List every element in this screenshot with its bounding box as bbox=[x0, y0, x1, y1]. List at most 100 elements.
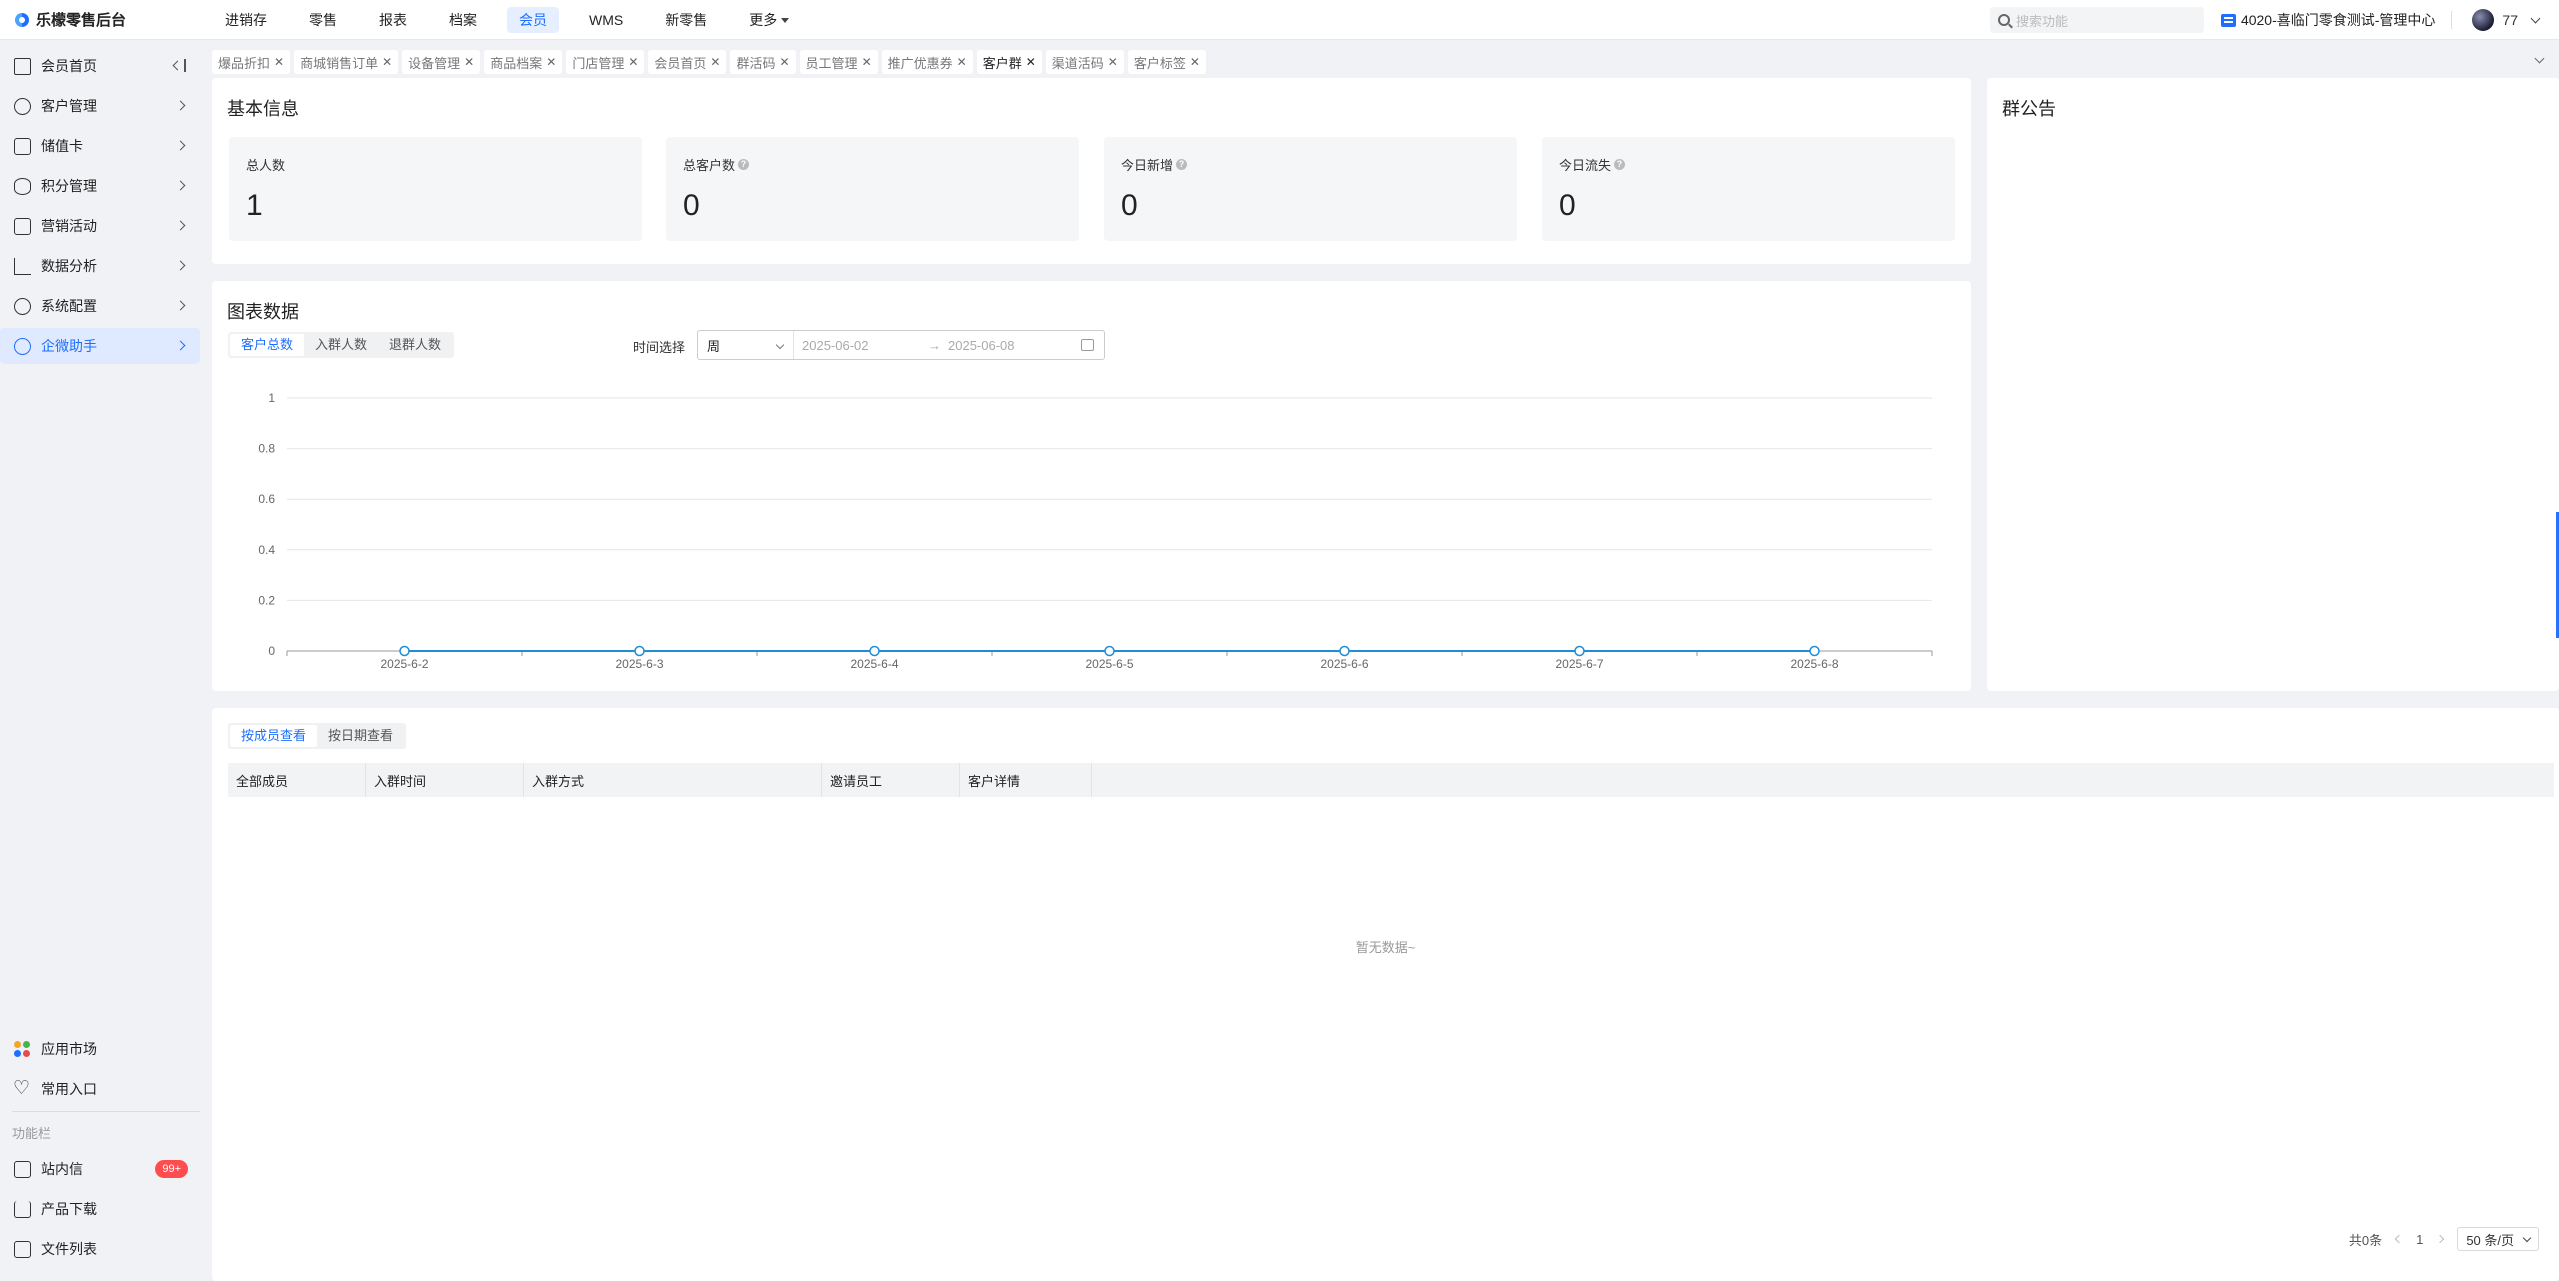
sidebar-item-file-list[interactable]: 文件列表 bbox=[0, 1231, 200, 1267]
sidebar-item-settings[interactable]: 系统配置 bbox=[0, 288, 200, 324]
stat-label-text: 今日新增 bbox=[1121, 158, 1174, 173]
brand-name: 乐檬零售后台 bbox=[36, 12, 127, 29]
close-icon[interactable]: ✕ bbox=[1190, 55, 1200, 69]
chevron-left-icon[interactable] bbox=[2394, 1234, 2404, 1244]
sidebar-item-app-market[interactable]: 应用市场 bbox=[0, 1031, 200, 1067]
info-icon[interactable]: ? bbox=[738, 159, 750, 170]
tab-products[interactable]: 商品档案 ✕ bbox=[484, 50, 563, 74]
sidebar-item-points[interactable]: 积分管理 bbox=[0, 168, 200, 204]
tab-label: 客户群 bbox=[982, 55, 1022, 71]
stat-total-customers: 总客户数? 0 bbox=[666, 137, 1079, 241]
notification-badge: 99+ bbox=[155, 1160, 188, 1178]
close-icon[interactable]: ✕ bbox=[1108, 55, 1118, 69]
store-icon bbox=[2220, 13, 2236, 27]
close-icon[interactable]: ✕ bbox=[957, 55, 967, 69]
section-title: 基本信息 bbox=[227, 99, 299, 119]
tab-customer-tags[interactable]: 客户标签 ✕ bbox=[1127, 50, 1206, 74]
nav-inventory[interactable]: 进销存 bbox=[213, 7, 279, 33]
store-switcher[interactable]: 4020-喜临门零食测试-管理中心 bbox=[2220, 10, 2435, 30]
tab-stores[interactable]: 门店管理 ✕ bbox=[566, 50, 645, 74]
chevron-down-icon bbox=[2530, 13, 2541, 23]
nav-more[interactable]: 更多 bbox=[737, 7, 801, 33]
close-icon[interactable]: ✕ bbox=[710, 55, 720, 69]
tab-coupons[interactable]: 推广优惠券 ✕ bbox=[881, 50, 973, 74]
tab-label: 爆品折扣 bbox=[218, 55, 271, 71]
sidebar-item-customer[interactable]: 客户管理 bbox=[0, 88, 200, 124]
chevron-right-icon bbox=[175, 140, 186, 151]
sidebar-item-label: 积分管理 bbox=[41, 178, 97, 194]
close-icon[interactable]: ✕ bbox=[779, 55, 789, 69]
sidebar-item-stored-card[interactable]: 储值卡 bbox=[0, 128, 200, 164]
collapse-sidebar-icon[interactable] bbox=[172, 59, 186, 72]
y-tick-label: 0.2 bbox=[258, 593, 275, 607]
page-size-select[interactable]: 50 条/页 bbox=[2457, 1227, 2539, 1251]
sidebar-item-inbox[interactable]: 站内信 99+ bbox=[0, 1151, 200, 1187]
chevron-right-icon bbox=[175, 260, 186, 271]
download-icon bbox=[14, 1200, 31, 1218]
stat-label: 总人数 bbox=[246, 155, 285, 174]
nav-archive[interactable]: 档案 bbox=[437, 7, 489, 33]
tab-member-home[interactable]: 会员首页 ✕ bbox=[648, 50, 727, 74]
user-name: 77 bbox=[2502, 12, 2518, 28]
section-title: 群公告 bbox=[2002, 99, 2056, 119]
close-icon[interactable]: ✕ bbox=[1026, 55, 1036, 69]
close-icon[interactable]: ✕ bbox=[382, 55, 392, 69]
nav-member[interactable]: 会员 bbox=[507, 6, 559, 33]
close-icon[interactable]: ✕ bbox=[546, 55, 556, 69]
close-icon[interactable]: ✕ bbox=[274, 55, 284, 69]
nav-reports[interactable]: 报表 bbox=[367, 7, 419, 33]
brand[interactable]: 乐檬零售后台 bbox=[0, 9, 213, 30]
chevron-right-icon[interactable] bbox=[2436, 1234, 2445, 1244]
y-tick-label: 0.4 bbox=[258, 543, 275, 557]
nav-retail[interactable]: 零售 bbox=[297, 7, 349, 33]
chart-card: 图表数据 客户总数 入群人数 退群人数 时间选择 周 2025-06-02 → … bbox=[212, 281, 1971, 691]
nav-wms[interactable]: WMS bbox=[577, 7, 635, 33]
data-point bbox=[634, 645, 645, 657]
search-icon bbox=[1997, 14, 2010, 26]
page-number[interactable]: 1 bbox=[2416, 1232, 2423, 1247]
nav-new-retail[interactable]: 新零售 bbox=[653, 7, 719, 33]
tab-staff[interactable]: 员工管理 ✕ bbox=[799, 50, 878, 74]
info-icon[interactable]: ? bbox=[1614, 159, 1626, 170]
sidebar-item-download[interactable]: 产品下载 bbox=[0, 1191, 200, 1227]
search-input[interactable]: 搜索功能 bbox=[1989, 7, 2204, 33]
chevron-down-icon[interactable] bbox=[2534, 53, 2545, 64]
empty-state: 暂无数据~ bbox=[1355, 940, 1416, 955]
sidebar-item-member-home[interactable]: 会员首页 bbox=[0, 48, 200, 84]
sidebar-item-label: 客户管理 bbox=[41, 98, 97, 114]
column-header[interactable]: 全部成员 bbox=[228, 763, 366, 797]
chevron-right-icon bbox=[175, 340, 186, 351]
info-icon[interactable]: ? bbox=[1176, 159, 1188, 170]
x-tick-label: 2025-6-6 bbox=[1320, 657, 1368, 671]
sidebar-item-marketing[interactable]: 营销活动 bbox=[0, 208, 200, 244]
data-point bbox=[399, 645, 410, 657]
column-header: 邀请员工 bbox=[822, 763, 960, 797]
tab-group-code[interactable]: 群活码 ✕ bbox=[730, 50, 796, 74]
tab-hot-discount[interactable]: 爆品折扣 ✕ bbox=[212, 50, 291, 74]
apps-icon bbox=[14, 1040, 31, 1058]
segment-by-date[interactable]: 按日期查看 bbox=[317, 725, 404, 747]
sidebar-item-analytics[interactable]: 数据分析 bbox=[0, 248, 200, 284]
close-icon[interactable]: ✕ bbox=[862, 55, 872, 69]
total-count: 共0条 bbox=[2348, 1232, 2383, 1248]
tab-devices[interactable]: 设备管理 ✕ bbox=[402, 50, 481, 74]
sidebar-item-label: 会员首页 bbox=[41, 58, 97, 74]
tab-customer-group[interactable]: 客户群 ✕ bbox=[976, 50, 1042, 74]
close-icon[interactable]: ✕ bbox=[464, 55, 474, 69]
tab-mall-orders[interactable]: 商城销售订单 ✕ bbox=[294, 50, 399, 74]
tab-channel-code[interactable]: 渠道活码 ✕ bbox=[1045, 50, 1124, 74]
close-icon[interactable]: ✕ bbox=[628, 55, 638, 69]
sidebar-item-label: 企微助手 bbox=[41, 338, 97, 354]
chevron-down-icon bbox=[2522, 1233, 2532, 1242]
sidebar-item-wecom-assistant[interactable]: 企微助手 bbox=[0, 328, 200, 364]
main-nav: 进销存 零售 报表 档案 会员 WMS 新零售 更多 bbox=[213, 0, 819, 40]
search-placeholder: 搜索功能 bbox=[2015, 13, 2068, 29]
tab-label: 会员首页 bbox=[654, 55, 707, 71]
file-list-icon bbox=[14, 1240, 31, 1258]
sidebar-item-favorites[interactable]: 常用入口 bbox=[0, 1071, 200, 1107]
segment-by-member[interactable]: 按成员查看 bbox=[230, 725, 318, 747]
user-menu[interactable]: 77 bbox=[2472, 9, 2541, 31]
logo-icon bbox=[14, 12, 30, 28]
stat-label: 总客户数? bbox=[683, 155, 750, 174]
stat-value: 0 bbox=[1121, 189, 1138, 222]
